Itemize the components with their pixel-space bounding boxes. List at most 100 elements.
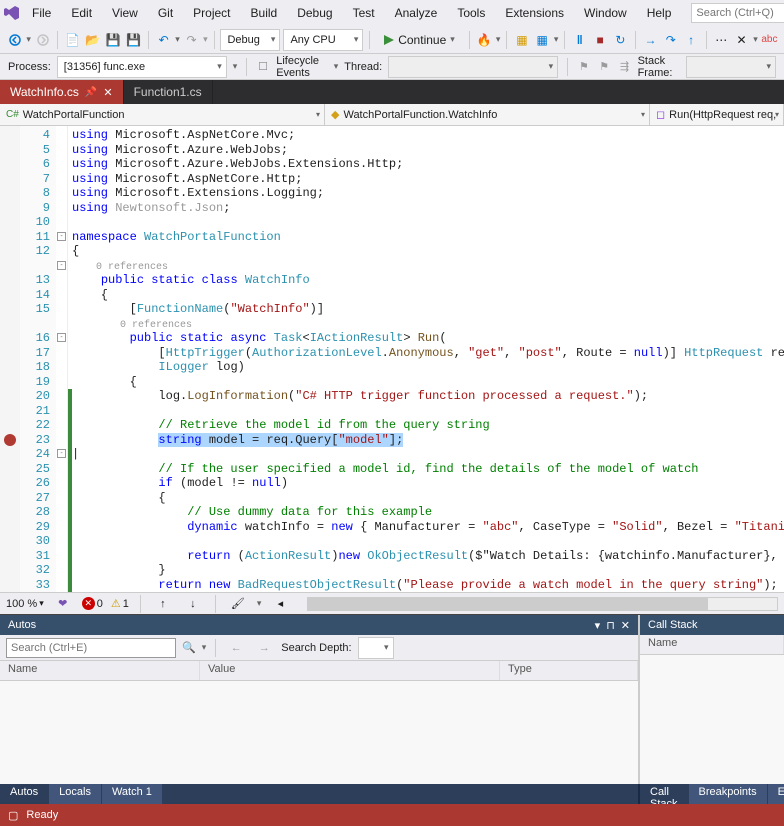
autos-search-input[interactable] (6, 638, 176, 658)
brush-icon[interactable]: 🖌 (227, 593, 249, 615)
tab-watch1[interactable]: Watch 1 (102, 784, 163, 804)
menu-edit[interactable]: Edit (63, 3, 100, 23)
class-icon: ◆ (331, 108, 339, 121)
status-text: Ready (26, 809, 58, 821)
step-over-icon[interactable]: ↷ (662, 29, 679, 51)
overflow-icon[interactable]: ⋯ (713, 29, 730, 51)
callstack-panel: Call Stack Name (640, 615, 784, 784)
warning-count[interactable]: ⚠ 1 (111, 597, 129, 610)
lifecycle-icon[interactable]: ☐ (256, 56, 270, 78)
tab-autos[interactable]: Autos (0, 784, 49, 804)
nav-down-icon[interactable]: ↓ (182, 593, 204, 615)
tab-function1[interactable]: Function1.cs (124, 80, 213, 104)
depth-dropdown[interactable] (358, 637, 394, 659)
code-area[interactable]: using Microsoft.AspNetCore.Mvc;using Mic… (72, 126, 784, 592)
tab-watchinfo[interactable]: WatchInfo.cs 📌 ✕ (0, 80, 124, 104)
pause-icon[interactable]: ‖ (571, 29, 588, 51)
error-count[interactable]: ✕ 0 (82, 597, 103, 610)
close-icon[interactable]: ✕ (621, 619, 630, 632)
tab-label: Function1.cs (134, 85, 202, 99)
nav-project-label: WatchPortalFunction (23, 109, 125, 121)
continue-label: Continue (398, 33, 446, 47)
tool-x-icon[interactable]: ✕ (733, 29, 750, 51)
menu-debug[interactable]: Debug (289, 3, 340, 23)
col-value[interactable]: Value (200, 661, 500, 680)
close-icon[interactable]: ✕ (103, 86, 112, 99)
navigation-bar: C# WatchPortalFunction ◆ WatchPortalFunc… (0, 104, 784, 126)
configuration-dropdown[interactable]: Debug (220, 29, 280, 51)
save-all-icon[interactable]: 💾 (125, 29, 142, 51)
nav-up-icon[interactable]: ↑ (152, 593, 174, 615)
save-icon[interactable]: 💾 (105, 29, 122, 51)
menu-window[interactable]: Window (576, 3, 635, 23)
nav-project-dropdown[interactable]: C# WatchPortalFunction (0, 104, 325, 125)
menu-help[interactable]: Help (639, 3, 680, 23)
callstack-tabstrip: Call Stack Breakpoints Exce (640, 784, 784, 804)
tab-locals[interactable]: Locals (49, 784, 102, 804)
undo-icon[interactable]: ↶ (155, 29, 172, 51)
outlining-margin[interactable]: ---- (56, 126, 68, 592)
autos-titlebar: Autos ▾ ⊓ ✕ (0, 615, 638, 635)
code-editor: 4567891011121314151617181920212223242526… (0, 126, 784, 614)
continue-button[interactable]: Continue ▾ (376, 29, 463, 51)
col-type[interactable]: Type (500, 661, 638, 680)
horizontal-scrollbar[interactable] (307, 597, 778, 611)
nav-member-label: Run(HttpRequest req, (669, 109, 776, 121)
menu-file[interactable]: File (24, 3, 59, 23)
search-fwd-icon[interactable]: → (253, 637, 275, 659)
standard-toolbar: ▾ 📄 📂 💾 💾 ↶▾ ↷▾ Debug Any CPU Continue ▾… (0, 26, 784, 54)
panel-dropdown-icon[interactable]: ▾ (595, 619, 601, 632)
menu-analyze[interactable]: Analyze (387, 3, 446, 23)
callstack-body[interactable] (640, 655, 784, 784)
menu-extensions[interactable]: Extensions (497, 3, 572, 23)
step-into-icon[interactable]: → (642, 29, 659, 51)
threads-icon[interactable]: ⇶ (617, 56, 631, 78)
forward-icon[interactable] (34, 29, 51, 51)
platform-dropdown[interactable]: Any CPU (283, 29, 363, 51)
stackframe-dropdown[interactable] (686, 56, 776, 78)
menu-view[interactable]: View (104, 3, 146, 23)
zoom-level[interactable]: 100 % ▾ (6, 598, 44, 610)
search-back-icon[interactable]: ← (225, 637, 247, 659)
process-dropdown[interactable]: [31356] func.exe (57, 56, 227, 78)
autos-title-label: Autos (8, 619, 36, 631)
pin-icon[interactable]: ⊓ (606, 619, 615, 632)
tab-exceptions[interactable]: Exce (768, 784, 784, 804)
tool-icon[interactable]: ▦ (513, 29, 530, 51)
menu-tools[interactable]: Tools (449, 3, 493, 23)
restart-icon[interactable]: ↻ (612, 29, 629, 51)
menu-git[interactable]: Git (150, 3, 181, 23)
step-out-icon[interactable]: ↑ (682, 29, 699, 51)
bottom-tabstrips: Autos Locals Watch 1 Call Stack Breakpoi… (0, 784, 784, 804)
menu-build[interactable]: Build (243, 3, 286, 23)
debug-process-toolbar: Process: [31356] func.exe ▾ ☐ Lifecycle … (0, 54, 784, 80)
stop-icon[interactable]: ■ (591, 29, 608, 51)
pin-icon[interactable]: 📌 (85, 87, 97, 98)
glyph-margin[interactable] (0, 126, 20, 592)
col-name[interactable]: Name (0, 661, 200, 680)
open-icon[interactable]: 📂 (84, 29, 101, 51)
search-icon[interactable]: 🔍 (182, 641, 196, 654)
breakpoint-icon[interactable] (4, 434, 16, 446)
hot-reload-icon[interactable]: 🔥 (476, 29, 493, 51)
output-icon[interactable]: ▢ (8, 809, 18, 822)
health-icon[interactable]: ❤ (52, 593, 74, 615)
nav-type-dropdown[interactable]: ◆ WatchPortalFunction.WatchInfo (325, 104, 650, 125)
tool-icon-2[interactable]: ▦ (534, 29, 551, 51)
autos-body[interactable] (0, 681, 638, 784)
menu-project[interactable]: Project (185, 3, 238, 23)
abc-icon[interactable]: abc (761, 29, 778, 51)
back-icon[interactable] (6, 29, 23, 51)
new-file-icon[interactable]: 📄 (64, 29, 81, 51)
col-name[interactable]: Name (640, 635, 784, 654)
flag2-icon[interactable]: ⚑ (597, 56, 611, 78)
tab-callstack[interactable]: Call Stack (640, 784, 689, 804)
thread-dropdown[interactable] (388, 56, 558, 78)
scroll-left-icon[interactable]: ◂ (269, 593, 291, 615)
global-search-input[interactable] (691, 3, 784, 23)
nav-member-dropdown[interactable]: ◻ Run(HttpRequest req, (650, 104, 784, 125)
flag-icon[interactable]: ⚑ (577, 56, 591, 78)
tab-breakpoints[interactable]: Breakpoints (689, 784, 768, 804)
redo-icon[interactable]: ↷ (183, 29, 200, 51)
menu-test[interactable]: Test (345, 3, 383, 23)
